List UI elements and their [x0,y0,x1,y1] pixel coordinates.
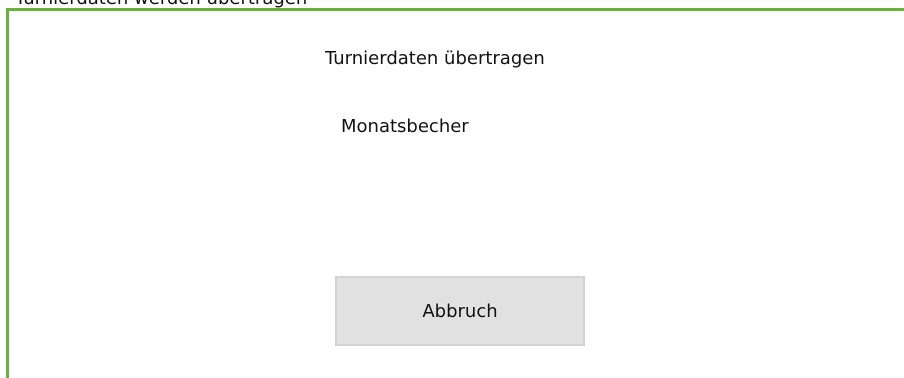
screen: Turnierdaten werden übertragen Turnierda… [0,0,904,378]
cancel-button[interactable]: Abbruch [335,276,585,346]
dialog-title: Turnierdaten übertragen [325,48,545,69]
tournament-name: Monatsbecher [341,116,469,137]
transfer-dialog: Turnierdaten übertragen Monatsbecher Abb… [6,8,904,378]
